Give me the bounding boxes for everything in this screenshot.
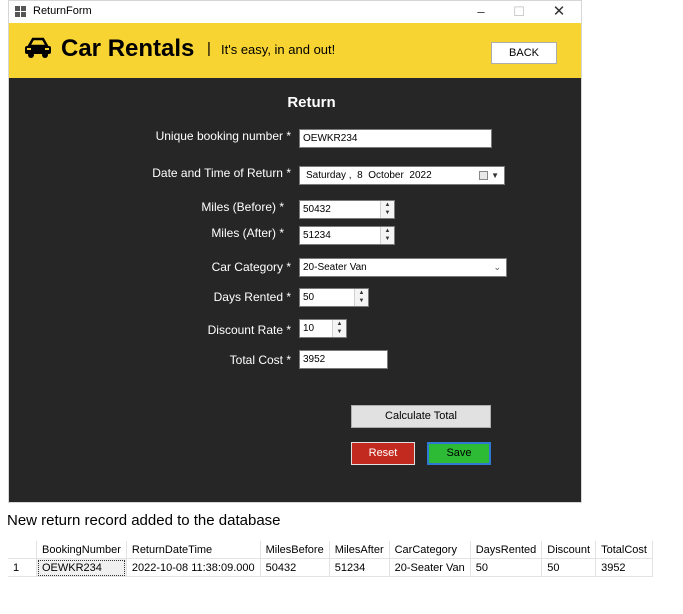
total-cost-cell[interactable]: 3952 bbox=[595, 558, 653, 577]
discount-rate-label: Discount Rate * bbox=[207, 323, 291, 337]
miles-after-label: Miles (After) * bbox=[211, 226, 284, 240]
total-cost-label: Total Cost * bbox=[229, 353, 291, 367]
spin-down-icon[interactable]: ▼ bbox=[381, 209, 394, 217]
booking-number-value: OEWKR234 bbox=[303, 133, 358, 144]
miles-before-spin[interactable]: ▲ ▼ bbox=[380, 201, 394, 218]
spin-up-icon[interactable]: ▲ bbox=[381, 227, 394, 235]
miles-after-cell[interactable]: 51234 bbox=[329, 558, 390, 577]
column-header-miles-after[interactable]: MilesAfter bbox=[329, 541, 390, 559]
return-date-value: Saturday , 8 October 2022 bbox=[306, 170, 432, 181]
header-bar: Car Rentals | It's easy, in and out! BAC… bbox=[9, 23, 581, 78]
chevron-down-icon[interactable]: ⌄ bbox=[493, 259, 501, 276]
reset-button[interactable]: Reset bbox=[351, 442, 415, 465]
car-category-cell[interactable]: 20-Seater Van bbox=[389, 558, 471, 577]
form-panel: Return Unique booking number * OEWKR234 … bbox=[9, 78, 581, 502]
calculate-total-button[interactable]: Calculate Total bbox=[351, 405, 491, 428]
miles-before-stepper[interactable]: 50432 ▲ ▼ bbox=[299, 200, 395, 219]
booking-number-label: Unique booking number * bbox=[155, 129, 291, 143]
spin-up-icon[interactable]: ▲ bbox=[381, 201, 394, 209]
car-icon bbox=[25, 37, 51, 58]
column-header-rownum bbox=[8, 541, 37, 559]
column-header-booking-number[interactable]: BookingNumber bbox=[36, 541, 127, 559]
app-icon bbox=[15, 6, 26, 17]
title-bar: ReturnForm – ☐ ✕ bbox=[9, 1, 581, 23]
tagline: It's easy, in and out! bbox=[221, 42, 336, 57]
spin-down-icon[interactable]: ▼ bbox=[333, 328, 346, 336]
return-date-picker[interactable]: Saturday , 8 October 2022 ▼ bbox=[299, 166, 505, 185]
days-rented-cell[interactable]: 50 bbox=[470, 558, 543, 577]
days-rented-value: 50 bbox=[303, 292, 315, 303]
miles-after-value: 51234 bbox=[303, 230, 331, 241]
miles-after-stepper[interactable]: 51234 ▲ ▼ bbox=[299, 226, 395, 245]
column-header-days-rented[interactable]: DaysRented bbox=[470, 541, 543, 559]
spin-down-icon[interactable]: ▼ bbox=[381, 235, 394, 243]
maximize-button[interactable]: ☐ bbox=[499, 1, 539, 23]
discount-rate-stepper[interactable]: 10 ▲ ▼ bbox=[299, 319, 347, 338]
column-header-miles-before[interactable]: MilesBefore bbox=[260, 541, 330, 559]
days-rented-label: Days Rented * bbox=[213, 290, 291, 304]
back-button[interactable]: BACK bbox=[491, 42, 557, 64]
booking-number-input[interactable]: OEWKR234 bbox=[299, 129, 492, 148]
column-header-return-datetime[interactable]: ReturnDateTime bbox=[126, 541, 261, 559]
header-divider: | bbox=[207, 40, 211, 57]
car-category-select[interactable]: 20-Seater Van ⌄ bbox=[299, 258, 507, 277]
database-results-table: BookingNumber ReturnDateTime MilesBefore… bbox=[8, 541, 653, 577]
car-category-label: Car Category * bbox=[211, 260, 291, 274]
car-category-value: 20-Seater Van bbox=[303, 262, 367, 273]
miles-before-cell[interactable]: 50432 bbox=[260, 558, 330, 577]
brand-title: Car Rentals bbox=[61, 35, 195, 62]
spin-down-icon[interactable]: ▼ bbox=[355, 297, 368, 305]
save-button[interactable]: Save bbox=[427, 442, 491, 465]
column-header-car-category[interactable]: CarCategory bbox=[389, 541, 471, 559]
return-datetime-cell[interactable]: 2022-10-08 11:38:09.000 bbox=[126, 558, 261, 577]
spin-up-icon[interactable]: ▲ bbox=[355, 289, 368, 297]
miles-after-spin[interactable]: ▲ ▼ bbox=[380, 227, 394, 244]
spin-up-icon[interactable]: ▲ bbox=[333, 320, 346, 328]
dropdown-arrow-icon[interactable]: ▼ bbox=[491, 167, 499, 184]
discount-cell[interactable]: 50 bbox=[541, 558, 597, 577]
total-cost-value: 3952 bbox=[303, 354, 326, 365]
miles-before-label: Miles (Before) * bbox=[201, 200, 284, 214]
close-button[interactable]: ✕ bbox=[539, 1, 579, 23]
return-form-window: ReturnForm – ☐ ✕ Car Rentals | It's easy… bbox=[8, 0, 582, 503]
discount-rate-spin[interactable]: ▲ ▼ bbox=[332, 320, 346, 337]
column-header-discount[interactable]: Discount bbox=[541, 541, 597, 559]
miles-before-value: 50432 bbox=[303, 204, 331, 215]
form-title: Return bbox=[287, 94, 336, 111]
days-rented-stepper[interactable]: 50 ▲ ▼ bbox=[299, 288, 369, 307]
table-row[interactable]: 1 OEWKR234 2022-10-08 11:38:09.000 50432… bbox=[8, 558, 653, 577]
minimize-button[interactable]: – bbox=[461, 1, 501, 23]
booking-number-cell[interactable]: OEWKR234 bbox=[36, 558, 127, 577]
table-header-row: BookingNumber ReturnDateTime MilesBefore… bbox=[8, 541, 653, 559]
row-number-cell[interactable]: 1 bbox=[8, 558, 37, 577]
return-date-label: Date and Time of Return * bbox=[152, 166, 291, 180]
calendar-icon[interactable] bbox=[479, 171, 488, 180]
db-caption: New return record added to the database bbox=[7, 512, 281, 529]
total-cost-input[interactable]: 3952 bbox=[299, 350, 388, 369]
column-header-total-cost[interactable]: TotalCost bbox=[595, 541, 653, 559]
window-title: ReturnForm bbox=[33, 5, 92, 17]
discount-rate-value: 10 bbox=[303, 323, 315, 334]
days-rented-spin[interactable]: ▲ ▼ bbox=[354, 289, 368, 306]
